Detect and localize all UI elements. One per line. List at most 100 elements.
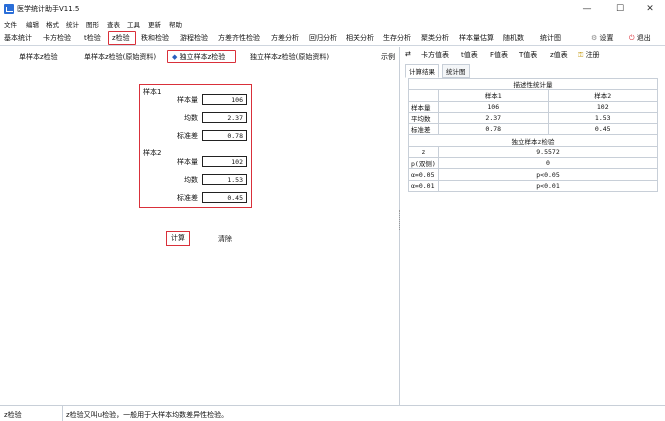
tool-rank-sum[interactable]: 秩和检验 — [141, 33, 169, 43]
power-icon: ⏻ — [629, 34, 635, 42]
input-form: 样本1 样本量 106 均数 2.37 标准差 0.78 样本2 样本量 102… — [139, 84, 252, 208]
tool-t-test[interactable]: t检验 — [84, 33, 101, 43]
sample1-mean-label: 均数 — [184, 114, 198, 122]
tool-homogeneity[interactable]: 方差齐性检验 — [218, 33, 260, 43]
cell-value: 106 — [438, 100, 549, 113]
exit-button[interactable]: ⏻ 退出 — [629, 33, 651, 43]
cell-value: 0.78 — [438, 123, 549, 136]
tool-chart[interactable]: 统计图 — [540, 33, 561, 43]
menu-lookup[interactable]: 查表 — [107, 19, 120, 29]
table-row: α=0.01 p<0.01 — [408, 179, 658, 192]
cell-value: 0.45 — [547, 123, 658, 136]
status-bar: z检验 z检验又叫u检验，一般用于大样本均数差异性检验。 — [0, 405, 665, 421]
settings-button[interactable]: ⚙ 设置 — [591, 33, 614, 43]
exit-label: 退出 — [636, 34, 651, 42]
register-button[interactable]: ⚿ 注册 — [578, 50, 600, 60]
z-value: 9.5572 — [438, 145, 658, 159]
sample1-n-input[interactable]: 106 — [202, 94, 247, 105]
tool-cluster[interactable]: 聚类分析 — [421, 33, 449, 43]
settings-label: 设置 — [599, 34, 614, 42]
tool-chi-square[interactable]: 卡方检验 — [43, 33, 71, 43]
sample2-sd-input[interactable]: 0.45 — [202, 192, 247, 203]
menu-tools[interactable]: 工具 — [127, 19, 140, 29]
table-row: 样本量 106 102 — [408, 100, 658, 113]
t-table-button[interactable]: t值表 — [461, 50, 478, 60]
chi-table-button[interactable]: 卡方值表 — [421, 50, 449, 60]
window-title: 医学统计助手V11.5 — [17, 5, 80, 13]
menu-edit[interactable]: 编辑 — [26, 19, 39, 29]
sample2-mean-label: 均数 — [184, 176, 198, 184]
gear-icon: ⚙ — [591, 34, 598, 42]
subtab-bar: 单样本z检验 单样本z检验(原始资料) ◆ 独立样本z检验 独立样本z检验(原始… — [0, 47, 400, 65]
status-message: z检验又叫u检验，一般用于大样本均数差异性检验。 — [66, 411, 229, 419]
close-button[interactable]: ✕ — [635, 0, 665, 18]
sample1-label: 样本1 — [143, 88, 162, 96]
menu-statistics[interactable]: 统计 — [66, 19, 79, 29]
key-icon: ⚿ — [578, 51, 584, 59]
app-icon — [4, 4, 14, 14]
tool-correlation[interactable]: 相关分析 — [346, 33, 374, 43]
alpha05-result: p<0.05 — [438, 168, 658, 181]
z-test-highlight — [108, 31, 136, 45]
tool-survival[interactable]: 生存分析 — [383, 33, 411, 43]
big-t-table-button[interactable]: T值表 — [519, 50, 537, 60]
clear-button[interactable]: 清除 — [218, 234, 232, 244]
cell-value: 1.53 — [547, 111, 658, 125]
sample1-n-label: 样本量 — [177, 96, 198, 104]
tool-sample-size[interactable]: 样本量估算 — [459, 33, 494, 43]
subtab-independent-raw[interactable]: 独立样本z检验(原始资料) — [250, 52, 329, 62]
col-header-sample2: 样本2 — [547, 89, 658, 102]
tool-regression[interactable]: 回归分析 — [309, 33, 337, 43]
sample2-n-label: 样本量 — [177, 158, 198, 166]
menu-update[interactable]: 更新 — [148, 19, 161, 29]
sample2-sd-label: 标准差 — [177, 194, 198, 202]
maximize-button[interactable]: ☐ — [605, 0, 635, 18]
row-label: 平均数 — [408, 111, 439, 125]
menu-help[interactable]: 帮助 — [169, 19, 182, 29]
example-link[interactable]: 示例 — [381, 52, 395, 62]
minimize-button[interactable]: — — [572, 0, 602, 18]
z-label: z — [408, 145, 439, 159]
cell-value: 2.37 — [438, 111, 549, 125]
tool-random[interactable]: 随机数 — [503, 33, 524, 43]
p-label: p(双侧) — [408, 157, 439, 170]
tab-results[interactable]: 计算结果 — [405, 64, 439, 78]
p-value: 0 — [438, 157, 658, 170]
table-row: 标准差 0.78 0.45 — [408, 123, 658, 136]
calculate-button[interactable]: 计算 — [166, 231, 190, 246]
results-table: 描述性统计量 样本1 样本2 样本量 106 102 平均数 2.37 1.53… — [408, 77, 658, 192]
tool-basic-stats[interactable]: 基本统计 — [4, 33, 32, 43]
tab-chart[interactable]: 统计图 — [442, 64, 470, 78]
main-toolbar: 基本统计 卡方检验 t检验 z检验 秩和检验 游程检验 方差齐性检验 方差分析 … — [0, 30, 665, 46]
menu-file[interactable]: 文件 — [4, 19, 17, 29]
alpha05-label: α=0.05 — [408, 168, 439, 181]
sample2-mean-input[interactable]: 1.53 — [202, 174, 247, 185]
col-header-sample1: 样本1 — [438, 89, 549, 102]
test-title: 独立样本z检验 — [408, 134, 658, 147]
table-row: 平均数 2.37 1.53 — [408, 111, 658, 125]
row-label: 标准差 — [408, 123, 439, 136]
tool-anova[interactable]: 方差分析 — [271, 33, 299, 43]
sample2-label: 样本2 — [143, 149, 162, 157]
status-divider — [62, 406, 63, 421]
empty-header-cell — [408, 89, 439, 102]
desc-stats-title: 描述性统计量 — [408, 77, 658, 91]
sample1-sd-input[interactable]: 0.78 — [202, 130, 247, 141]
cell-value: 102 — [547, 100, 658, 113]
status-module: z检验 — [4, 411, 22, 419]
subtab-highlight — [167, 50, 236, 63]
register-label: 注册 — [585, 51, 600, 59]
subtab-one-sample[interactable]: 单样本z检验 — [19, 52, 58, 62]
alpha01-label: α=0.01 — [408, 179, 439, 192]
input-panel: 单样本z检验 单样本z检验(原始资料) ◆ 独立样本z检验 独立样本z检验(原始… — [0, 47, 400, 405]
menu-graph[interactable]: 图形 — [86, 19, 99, 29]
swap-icon[interactable]: ⇄ — [405, 50, 411, 58]
sample2-n-input[interactable]: 102 — [202, 156, 247, 167]
f-table-button[interactable]: F值表 — [490, 50, 508, 60]
z-table-button[interactable]: z值表 — [550, 50, 568, 60]
menu-format[interactable]: 格式 — [46, 19, 59, 29]
subtab-one-sample-raw[interactable]: 单样本z检验(原始资料) — [84, 52, 156, 62]
tool-runs-test[interactable]: 游程检验 — [180, 33, 208, 43]
table-row: α=0.05 p<0.05 — [408, 168, 658, 181]
sample1-mean-input[interactable]: 2.37 — [202, 112, 247, 123]
